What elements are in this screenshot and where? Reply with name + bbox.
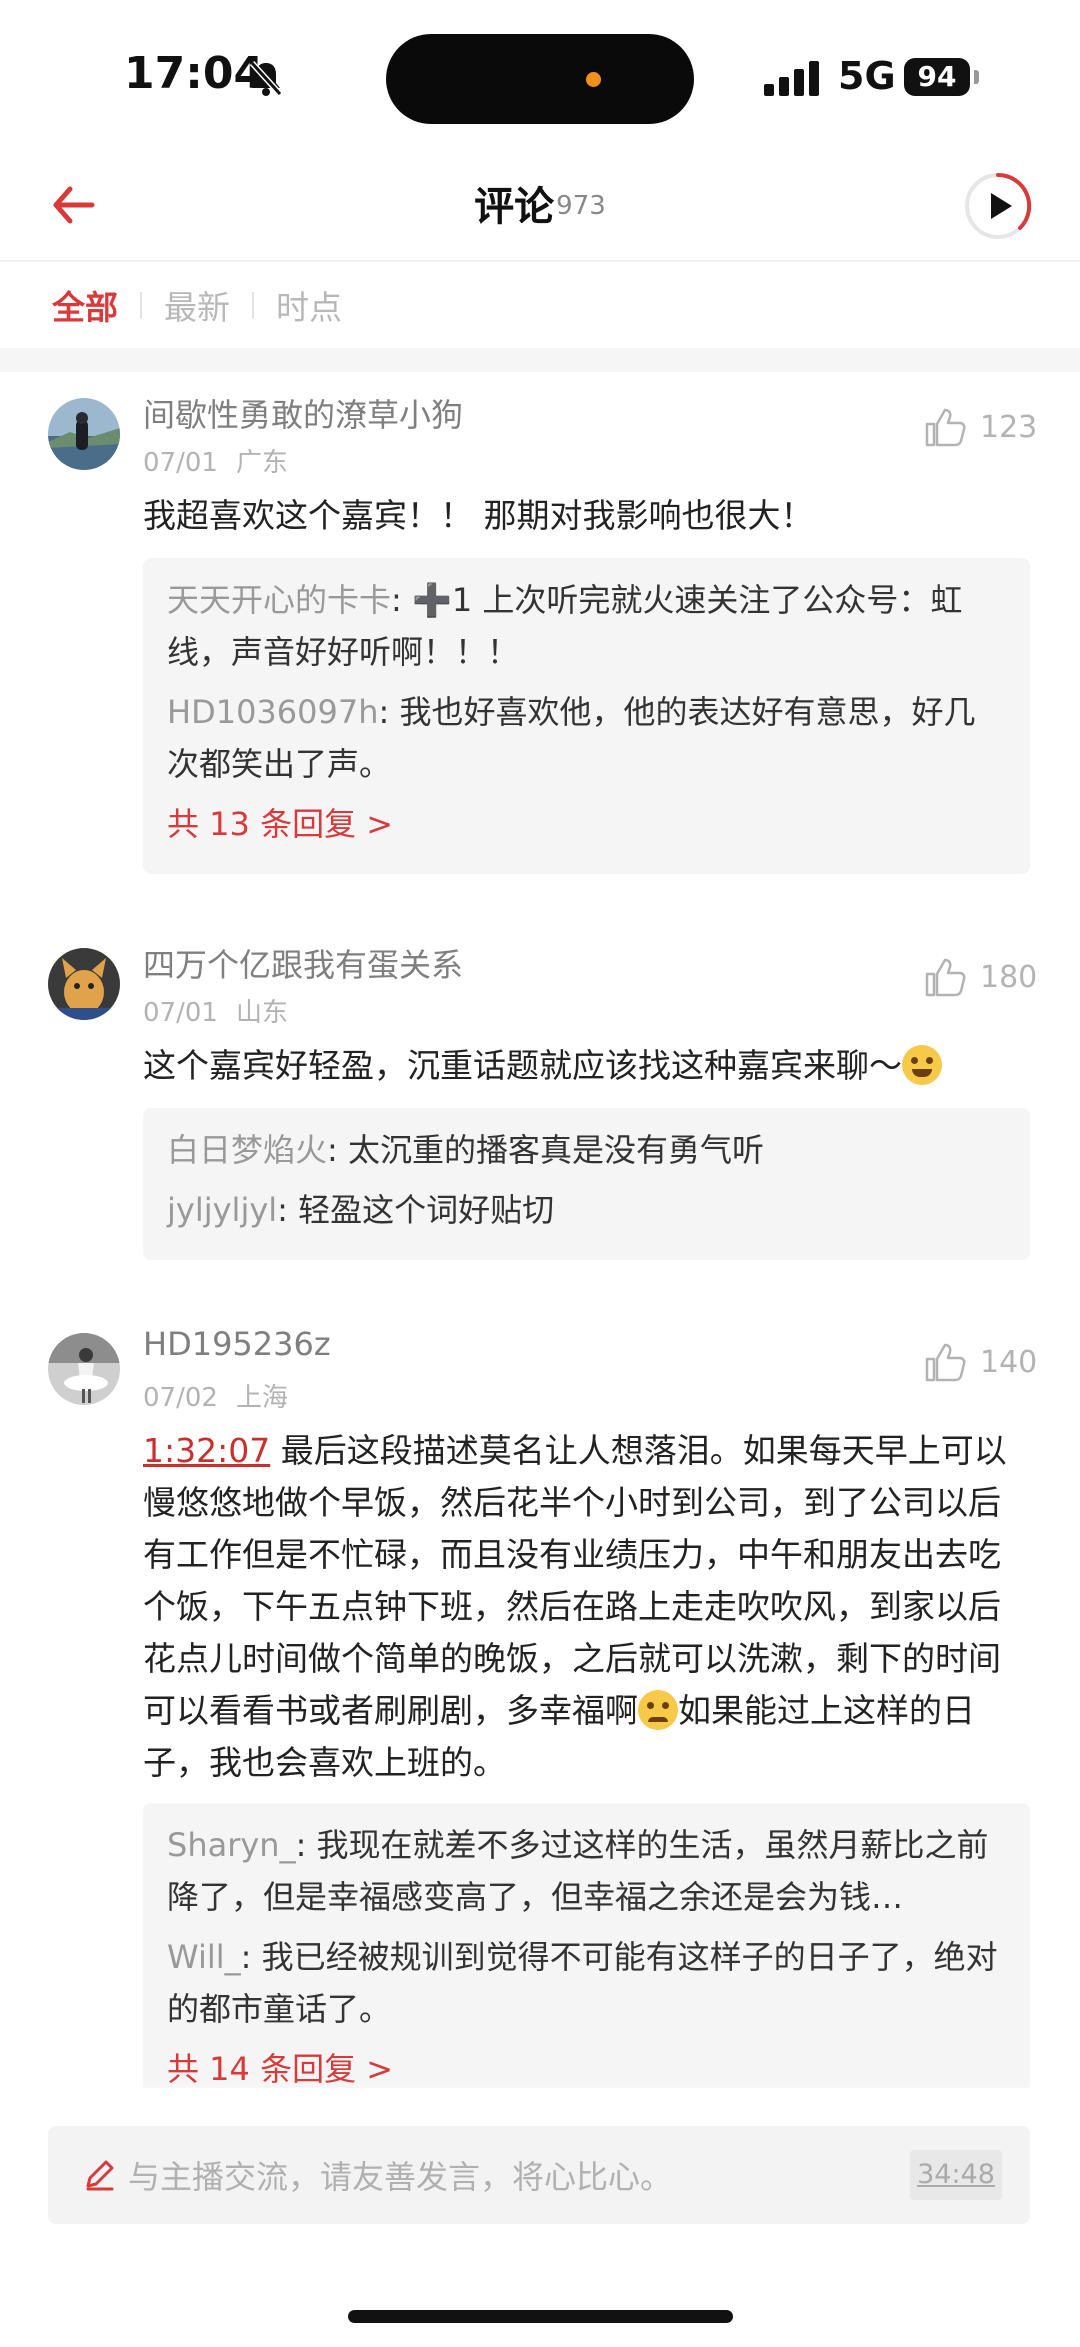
status-bar: 17:04 5G 94 [0, 0, 1080, 150]
comment-text: 这个嘉宾好轻盈，沉重话题就应该找这种嘉宾来聊～ [143, 1040, 1031, 1092]
like-button[interactable]: 123 [922, 404, 1042, 454]
input-placeholder: 与主播交流，请友善发言，将心比心。 [128, 2158, 673, 2196]
reply-item: 白日梦焰火: 太沉重的播客真是没有勇气听 [167, 1131, 764, 1169]
reply-username[interactable]: 天天开心的卡卡 [167, 581, 391, 619]
avatar[interactable] [48, 948, 120, 1020]
laughing-emoji-icon [902, 1045, 942, 1085]
section-divider [0, 348, 1080, 372]
reply-text: 轻盈这个词好贴切 [298, 1191, 555, 1229]
status-time: 17:04 [124, 48, 265, 99]
comment-location: 山东 [235, 998, 288, 1028]
like-button[interactable]: 140 [922, 1339, 1042, 1389]
tab-latest[interactable]: 最新 [164, 281, 230, 329]
comment-meta: 07/01 山东 [143, 992, 288, 1029]
bell-slash-icon [249, 60, 283, 97]
like-count: 123 [980, 410, 1038, 445]
like-count: 180 [980, 960, 1038, 995]
playback-time-chip[interactable]: 34:48 [910, 2150, 1002, 2200]
teary-emoji-icon [638, 1690, 678, 1730]
dynamic-island [386, 34, 694, 124]
comment-date: 07/01 [143, 448, 218, 478]
recording-dot [586, 72, 601, 87]
reply-text: 太沉重的播客真是没有勇气听 [347, 1131, 764, 1169]
tab-all[interactable]: 全部 [52, 281, 118, 329]
tab-timepoints[interactable]: 时点 [276, 281, 342, 329]
timestamp-link[interactable]: 1:32:07 [143, 1431, 270, 1470]
comment-date: 07/01 [143, 998, 218, 1028]
comment-text-body: 这个嘉宾好轻盈，沉重话题就应该找这种嘉宾来聊～ [143, 1046, 902, 1085]
comment-date: 07/02 [143, 1383, 218, 1413]
signal-icon [764, 60, 820, 96]
tab-divider [140, 292, 142, 318]
title-text: 评论 [474, 184, 555, 230]
pen-icon [86, 2160, 114, 2191]
comment-username[interactable]: 间歇性勇敢的潦草小狗 [143, 390, 463, 436]
reply-item: jyljyljyl: 轻盈这个词好贴切 [167, 1191, 555, 1229]
reply-item: HD1036097h: 我也好喜欢他，他的表达好有意思，好几次都笑出了声。 [167, 693, 976, 783]
battery-icon: 94 [904, 58, 970, 96]
reply-item: 天天开心的卡卡: ➕1 上次听完就火速关注了公众号：虹线，声音好好听啊！！！ [167, 581, 963, 671]
replies-box[interactable]: 天天开心的卡卡: ➕1 上次听完就火速关注了公众号：虹线，声音好好听啊！！！ H… [143, 558, 1030, 874]
reply-username[interactable]: HD1036097h [167, 693, 379, 731]
reply-username[interactable]: Will_ [167, 1938, 241, 1976]
like-button[interactable]: 180 [922, 954, 1042, 1004]
comment-input[interactable]: 与主播交流，请友善发言，将心比心。 34:48 [48, 2126, 1030, 2224]
play-icon[interactable] [962, 170, 1034, 242]
network-type: 5G [838, 54, 896, 98]
reply-username[interactable]: 白日梦焰火 [167, 1131, 327, 1169]
avatar[interactable] [48, 1333, 120, 1405]
header: 评论973 [0, 150, 1080, 260]
thumbs-up-icon [925, 1343, 966, 1382]
reply-username[interactable]: Sharyn_ [167, 1826, 296, 1864]
more-replies-link[interactable]: 共 13 条回复 > [167, 798, 1006, 850]
comment-username[interactable]: HD195236z [143, 1325, 331, 1363]
comment-text-body: 最后这段描述莫名让人想落泪。如果每天早上可以慢悠悠地做个早饭，然后花半个小时到公… [143, 1431, 1007, 1730]
comment-text: 1:32:07 最后这段描述莫名让人想落泪。如果每天早上可以慢悠悠地做个早饭，然… [143, 1425, 1031, 1789]
home-indicator [348, 2310, 733, 2323]
thumbs-up-icon [925, 408, 966, 447]
sort-tabs: 全部 最新 时点 [0, 262, 1080, 348]
reply-item: Sharyn_: 我现在就差不多过这样的生活，虽然月薪比之前降了，但是幸福感变高… [167, 1826, 989, 1916]
battery-tip [974, 70, 979, 84]
page-title: 评论973 [0, 174, 1080, 232]
comment-meta: 07/01 广东 [143, 442, 288, 479]
comment-location: 广东 [235, 448, 288, 478]
tab-divider [252, 292, 254, 318]
comment-input-bar: 与主播交流，请友善发言，将心比心。 34:48 [0, 2088, 1080, 2347]
avatar[interactable] [48, 398, 120, 470]
reply-username[interactable]: jyljyljyl [167, 1191, 277, 1229]
reply-item: Will_: 我已经被规训到觉得不可能有这样子的日子了，绝对的都市童话了。 [167, 1938, 998, 2028]
comment-meta: 07/02 上海 [143, 1377, 288, 1414]
reply-text: 我已经被规训到觉得不可能有这样子的日子了，绝对的都市童话了。 [167, 1938, 998, 2028]
comment-text: 我超喜欢这个嘉宾！！ 那期对我影响也很大！ [143, 496, 814, 535]
comment-location: 上海 [235, 1383, 288, 1413]
comment-count: 973 [556, 190, 606, 221]
comment-username[interactable]: 四万个亿跟我有蛋关系 [143, 940, 463, 986]
like-count: 140 [980, 1345, 1038, 1380]
replies-box[interactable]: 白日梦焰火: 太沉重的播客真是没有勇气听 jyljyljyl: 轻盈这个词好贴切 [143, 1108, 1030, 1260]
thumbs-up-icon [925, 958, 966, 997]
